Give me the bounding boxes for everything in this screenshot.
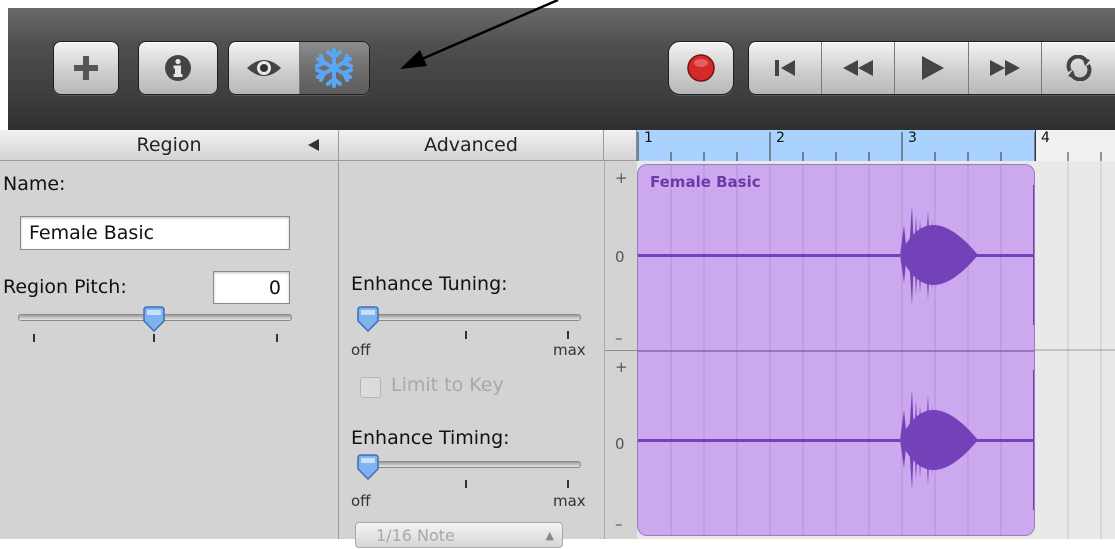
enhance-timing-label: Enhance Timing: (351, 427, 510, 449)
scale-minus-bottom: – (615, 515, 623, 533)
transport-controls (748, 41, 1115, 95)
timing-off-label: off (351, 492, 371, 510)
go-to-start-icon (775, 60, 796, 76)
fast-forward-icon (989, 60, 1020, 76)
region-title: Female Basic (650, 173, 761, 191)
note-value-label: 1/16 Note (376, 526, 455, 545)
region-name-field[interactable]: Female Basic (20, 216, 290, 250)
slider-tick (465, 480, 467, 488)
cycle-button[interactable] (1042, 42, 1115, 94)
region-pitch-label: Region Pitch: (3, 276, 127, 298)
slider-tick (465, 331, 467, 339)
region-gridlines (638, 165, 1034, 535)
cycle-icon (1066, 55, 1092, 81)
note-value-select[interactable]: 1/16 Note ▲ (355, 522, 563, 548)
enhance-timing-slider-knob[interactable] (356, 454, 380, 480)
region-header[interactable]: Region (0, 130, 339, 161)
play-button[interactable] (895, 42, 969, 94)
scale-minus-top: – (615, 329, 623, 347)
collapse-triangle-icon[interactable] (308, 139, 320, 151)
region-header-label: Region (136, 134, 202, 156)
region-panel: Name: Female Basic Region Pitch: 0 (0, 161, 339, 539)
enhance-timing-slider-track[interactable] (357, 461, 581, 468)
slider-tick (153, 334, 155, 342)
scale-plus-bottom: + (615, 358, 628, 376)
info-icon (165, 55, 191, 81)
advanced-header-label: Advanced (424, 134, 518, 156)
bar-marker-4: 4 (1041, 130, 1050, 146)
add-icon (74, 56, 98, 80)
name-label: Name: (3, 173, 66, 195)
enhance-tuning-slider-track[interactable] (357, 314, 581, 321)
scale-divider (605, 350, 637, 351)
editor-button[interactable] (229, 42, 300, 94)
toolbar (8, 8, 1115, 130)
limit-to-key-label: Limit to Key (391, 374, 504, 396)
go-to-start-button[interactable] (749, 42, 823, 94)
advanced-panel: Enhance Tuning: off max Limit to Key Enh… (339, 161, 604, 548)
select-arrows-icon: ▲ (545, 529, 554, 542)
view-button-group (228, 41, 370, 95)
add-button[interactable] (53, 41, 119, 95)
loop-browser-button[interactable] (299, 42, 369, 94)
info-button[interactable] (138, 41, 218, 95)
snowflake-icon (315, 48, 354, 88)
bar-marker-3: 3 (908, 130, 917, 146)
slider-tick (567, 331, 569, 339)
region-pitch-field[interactable]: 0 (213, 271, 290, 304)
advanced-header[interactable]: Advanced (339, 130, 604, 161)
slider-tick (276, 334, 278, 342)
bar-marker-1: 1 (644, 130, 653, 146)
scale-header (604, 130, 637, 161)
enhance-tuning-slider-knob[interactable] (356, 306, 380, 332)
tuning-max-label: max (553, 341, 586, 359)
bar-marker-2: 2 (776, 130, 785, 146)
limit-to-key-checkbox[interactable] (360, 377, 381, 398)
tuning-off-label: off (351, 341, 371, 359)
scale-zero-bottom: 0 (615, 435, 625, 453)
record-icon (687, 54, 715, 82)
play-icon (921, 56, 944, 80)
eye-icon (246, 60, 281, 76)
scale-zero-top: 0 (615, 248, 625, 266)
enhance-tuning-label: Enhance Tuning: (351, 273, 508, 295)
rewind-icon (843, 60, 874, 76)
amplitude-scale: + 0 – + 0 – (604, 161, 638, 539)
slider-tick (567, 480, 569, 488)
scale-plus-top: + (615, 169, 628, 187)
rewind-button[interactable] (822, 42, 896, 94)
top-margin (0, 0, 1115, 8)
timing-max-label: max (553, 492, 586, 510)
audio-region[interactable]: Female Basic (637, 164, 1035, 536)
record-button[interactable] (668, 41, 734, 95)
region-pitch-slider-knob[interactable] (142, 306, 166, 332)
fast-forward-button[interactable] (969, 42, 1042, 94)
slider-tick (33, 334, 35, 342)
